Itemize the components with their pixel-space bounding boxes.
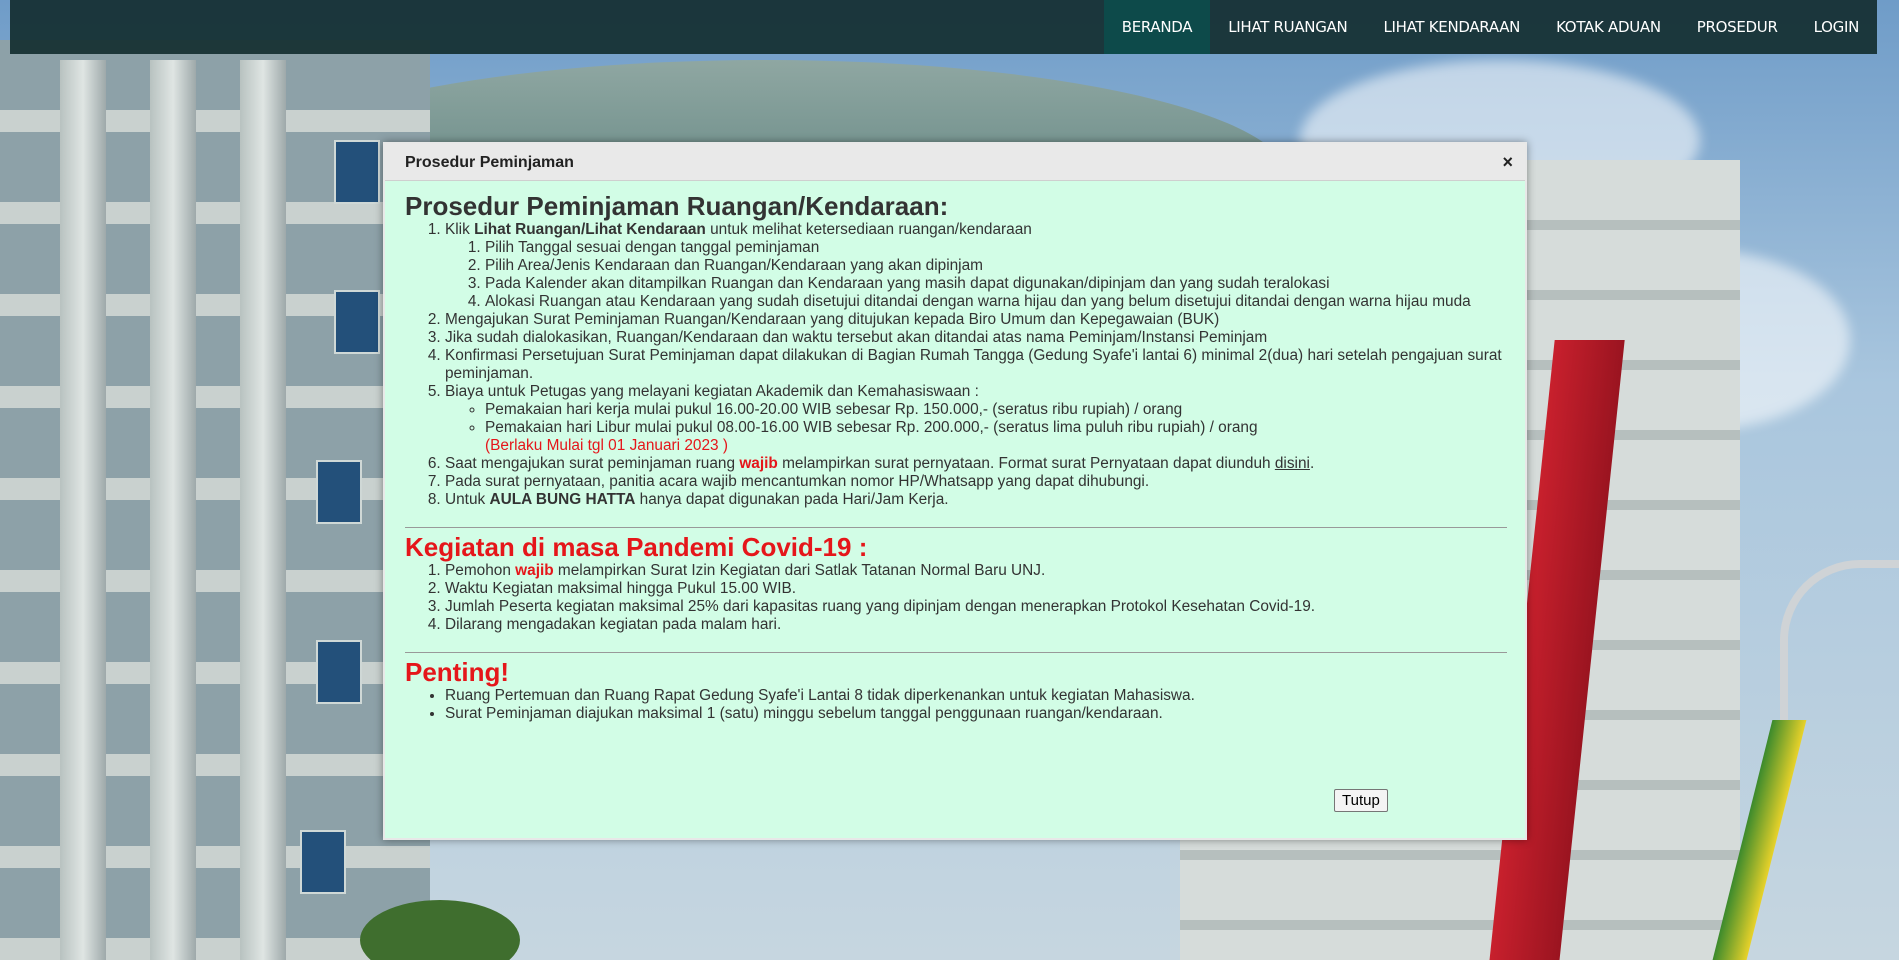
list-item: Jumlah Peserta kegiatan maksimal 25% dar… <box>445 598 1507 616</box>
divider <box>405 652 1507 653</box>
fee-sub-list: Pemakaian hari kerja mulai pukul 16.00-2… <box>445 401 1507 455</box>
step-text: . <box>1309 455 1315 472</box>
download-link[interactable]: disini <box>1275 455 1310 472</box>
step-text: hanya dapat digunakan pada Hari/Jam Kerj… <box>635 491 949 508</box>
nav-item-prosedur[interactable]: PROSEDUR <box>1679 0 1796 54</box>
list-item: Pada surat pernyataan, panitia acara waj… <box>445 473 1507 491</box>
procedure-heading: Prosedur Peminjaman Ruangan/Kendaraan: <box>405 191 949 221</box>
procedure-steps-list: Klik Lihat Ruangan/Lihat Kendaraan untuk… <box>405 221 1507 509</box>
tutup-button[interactable]: Tutup <box>1334 789 1388 812</box>
list-item: Saat mengajukan surat peminjaman ruang w… <box>445 455 1507 473</box>
list-item: Pada Kalender akan ditampilkan Ruangan d… <box>485 275 1507 293</box>
wajib-text: wajib <box>515 562 554 579</box>
nav-menu: BERANDA LIHAT RUANGAN LIHAT KENDARAAN KO… <box>1103 0 1877 54</box>
step-text: Saat mengajukan surat peminjaman ruang <box>445 455 740 472</box>
step-text: melampirkan surat pernyataan. Format sur… <box>777 455 1275 472</box>
divider <box>405 527 1507 528</box>
list-item: Alokasi Ruangan atau Kendaraan yang suda… <box>485 293 1507 311</box>
list-item: Konfirmasi Persetujuan Surat Peminjaman … <box>445 347 1507 383</box>
procedure-modal: Prosedur Peminjaman × Prosedur Peminjama… <box>383 142 1527 840</box>
list-item: Waktu Kegiatan maksimal hingga Pukul 15.… <box>445 580 1507 598</box>
covid-heading: Kegiatan di masa Pandemi Covid-19 : <box>405 532 868 562</box>
list-item: Pilih Area/Jenis Kendaraan dan Ruangan/K… <box>485 257 1507 275</box>
nav-item-lihat-ruangan[interactable]: LIHAT RUANGAN <box>1210 0 1365 54</box>
validity-note: (Berlaku Mulai tgl 01 Januari 2023 ) <box>485 437 728 454</box>
list-item: Jika sudah dialokasikan, Ruangan/Kendara… <box>445 329 1507 347</box>
list-item: Pemakaian hari kerja mulai pukul 16.00-2… <box>485 401 1507 419</box>
list-item: Pilih Tanggal sesuai dengan tanggal pemi… <box>485 239 1507 257</box>
step-bold-text: AULA BUNG HATTA <box>489 491 636 508</box>
nav-item-kotak-aduan[interactable]: KOTAK ADUAN <box>1538 0 1679 54</box>
step-text: melampirkan Surat Izin Kegiatan dari Sat… <box>553 562 1046 579</box>
step-text: Pemohon <box>445 562 516 579</box>
list-item: Surat Peminjaman diajukan maksimal 1 (sa… <box>445 705 1507 723</box>
modal-title: Prosedur Peminjaman <box>405 154 574 171</box>
step-text: Untuk <box>445 491 490 508</box>
list-item: Dilarang mengadakan kegiatan pada malam … <box>445 616 1507 634</box>
wajib-text: wajib <box>739 455 778 472</box>
step-text: Klik <box>445 221 475 238</box>
list-item: Biaya untuk Petugas yang melayani kegiat… <box>445 383 1507 455</box>
list-item: Pemohon wajib melampirkan Surat Izin Keg… <box>445 562 1507 580</box>
list-item: Untuk AULA BUNG HATTA hanya dapat diguna… <box>445 491 1507 509</box>
list-item: Pemakaian hari Libur mulai pukul 08.00-1… <box>485 419 1507 455</box>
nav-item-beranda[interactable]: BERANDA <box>1103 0 1211 54</box>
step-text: Biaya untuk Petugas yang melayani kegiat… <box>445 383 979 400</box>
list-item: Klik Lihat Ruangan/Lihat Kendaraan untuk… <box>445 221 1507 311</box>
step1-sub-list: Pilih Tanggal sesuai dengan tanggal pemi… <box>445 239 1507 311</box>
penting-heading: Penting! <box>405 657 509 687</box>
penting-list: Ruang Pertemuan dan Ruang Rapat Gedung S… <box>405 687 1507 723</box>
covid-list: Pemohon wajib melampirkan Surat Izin Keg… <box>405 562 1507 634</box>
top-navbar: BERANDA LIHAT RUANGAN LIHAT KENDARAAN KO… <box>10 0 1877 54</box>
nav-item-lihat-kendaraan[interactable]: LIHAT KENDARAAN <box>1365 0 1538 54</box>
modal-header: Prosedur Peminjaman × <box>385 144 1525 181</box>
close-icon[interactable]: × <box>1502 152 1513 173</box>
list-item: Mengajukan Surat Peminjaman Ruangan/Kend… <box>445 311 1507 329</box>
step-text: untuk melihat ketersediaan ruangan/kenda… <box>705 221 1032 238</box>
step-text: Pemakaian hari Libur mulai pukul 08.00-1… <box>485 419 1258 436</box>
modal-body: Prosedur Peminjaman Ruangan/Kendaraan: K… <box>385 181 1525 723</box>
step-bold-text: Lihat Ruangan/Lihat Kendaraan <box>474 221 706 238</box>
nav-item-login[interactable]: LOGIN <box>1796 0 1877 54</box>
list-item: Ruang Pertemuan dan Ruang Rapat Gedung S… <box>445 687 1507 705</box>
